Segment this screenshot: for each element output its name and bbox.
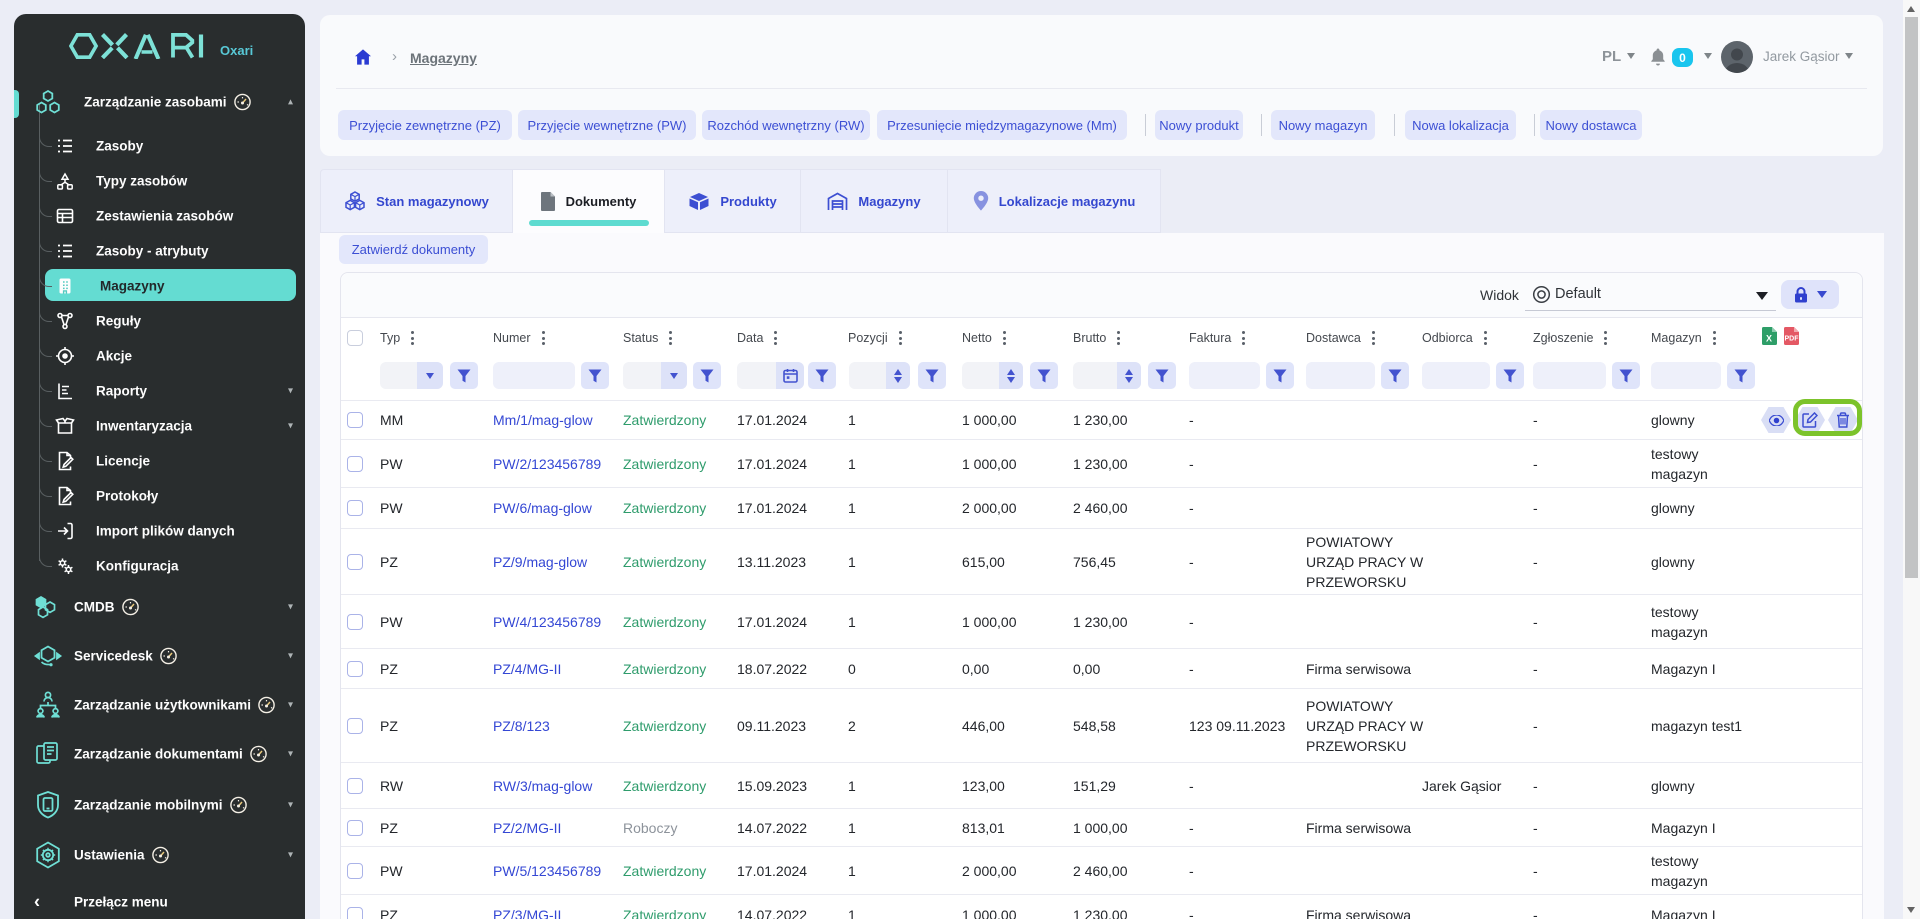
svg-text:X: X xyxy=(1766,334,1772,344)
svg-text:PDF: PDF xyxy=(1785,336,1800,343)
